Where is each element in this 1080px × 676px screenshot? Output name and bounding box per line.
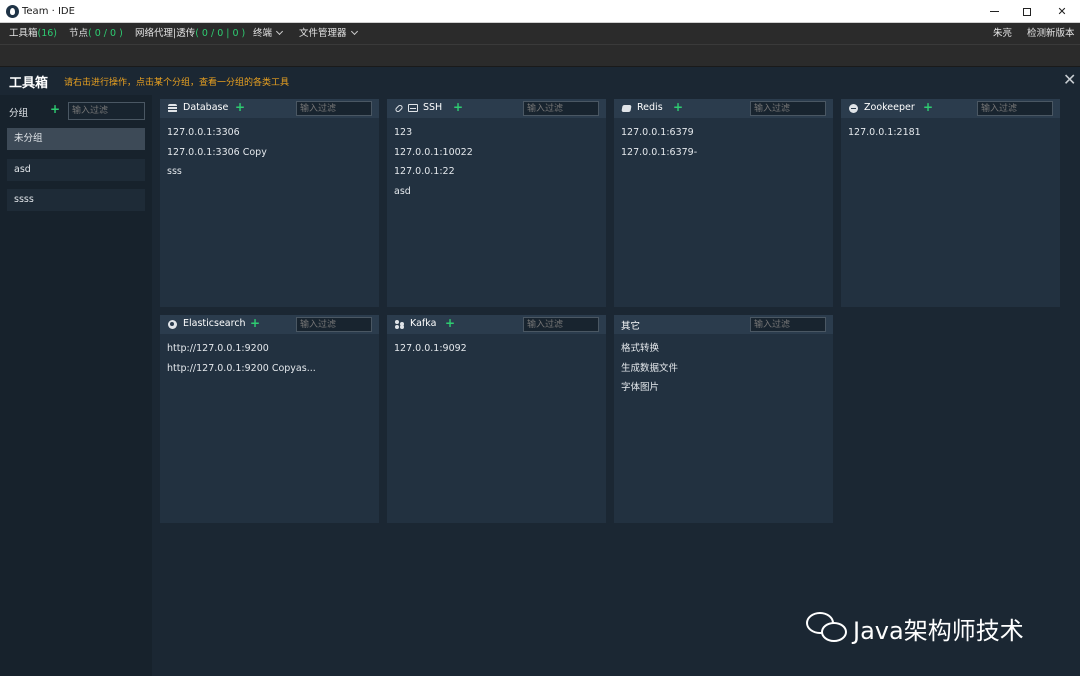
- user-name[interactable]: 朱亮: [993, 23, 1012, 45]
- list-item[interactable]: sss: [160, 165, 379, 185]
- terminal-icon: [408, 104, 418, 112]
- card-ssh: SSH + 123 127.0.0.1:10022 127.0.0.1:22 a…: [387, 99, 606, 307]
- list-item[interactable]: http://127.0.0.1:9200 Copyas...: [160, 362, 379, 382]
- group-item-ungrouped[interactable]: 未分组: [7, 128, 145, 150]
- menu-toolbox-label: 工具箱: [9, 28, 38, 39]
- zookeeper-icon: [849, 104, 858, 113]
- elasticsearch-icon: [168, 320, 177, 329]
- toolbar-strip: [0, 45, 1080, 67]
- card-header: 其它: [614, 315, 833, 334]
- app-logo-icon: [6, 5, 19, 18]
- list-item[interactable]: 字体图片: [614, 381, 833, 401]
- kafka-filter-input[interactable]: [523, 317, 599, 332]
- list-item[interactable]: 127.0.0.1:6379-: [614, 146, 833, 166]
- add-kafka-icon[interactable]: +: [445, 316, 455, 330]
- card-title: SSH: [423, 102, 443, 113]
- window-titlebar: Team · IDE ✕: [0, 0, 1080, 23]
- menu-file-manager[interactable]: 文件管理器: [299, 23, 358, 45]
- menu-toolbox-count: (16): [37, 28, 58, 39]
- card-header: Kafka +: [387, 315, 606, 334]
- add-zookeeper-icon[interactable]: +: [923, 100, 933, 114]
- card-elasticsearch: Elasticsearch + http://127.0.0.1:9200 ht…: [160, 315, 379, 523]
- card-header: Zookeeper +: [841, 99, 1060, 118]
- list-item[interactable]: 127.0.0.1:2181: [841, 126, 1060, 146]
- close-window-button[interactable]: ✕: [1045, 0, 1079, 23]
- card-title: Elasticsearch: [183, 318, 246, 329]
- maximize-button[interactable]: [1010, 0, 1044, 23]
- window-title: Team · IDE: [22, 6, 75, 17]
- chevron-down-icon: [350, 27, 358, 36]
- menubar: 工具箱(16) 节点( 0 / 0 ) 网络代理|透传( 0 / 0 | 0 )…: [0, 23, 1080, 45]
- wechat-logo-icon: [806, 612, 850, 644]
- other-filter-input[interactable]: [750, 317, 826, 332]
- card-header: Redis +: [614, 99, 833, 118]
- card-zookeeper: Zookeeper + 127.0.0.1:2181: [841, 99, 1060, 307]
- menu-proxy-count: ( 0 / 0 | 0 ): [195, 28, 246, 39]
- card-database: Database + 127.0.0.1:3306 127.0.0.1:3306…: [160, 99, 379, 307]
- card-other: 其它 格式转换 生成数据文件 字体图片: [614, 315, 833, 523]
- kafka-icon: [395, 320, 404, 329]
- list-item[interactable]: 生成数据文件: [614, 362, 833, 382]
- maximize-icon: [1023, 7, 1031, 16]
- card-title: Zookeeper: [864, 102, 915, 113]
- group-item-asd[interactable]: asd: [7, 159, 145, 181]
- list-item[interactable]: 127.0.0.1:22: [387, 165, 606, 185]
- check-update-link[interactable]: 检测新版本: [1027, 23, 1075, 45]
- list-item[interactable]: 127.0.0.1:3306 Copy: [160, 146, 379, 166]
- toolbox-title: 工具箱: [9, 76, 49, 91]
- card-header: Elasticsearch +: [160, 315, 379, 334]
- close-icon: ✕: [1057, 5, 1067, 18]
- redis-filter-input[interactable]: [750, 101, 826, 116]
- redis-icon: [621, 105, 632, 112]
- group-label: 分组: [9, 108, 29, 119]
- menu-nodes-label: 节点: [69, 28, 89, 39]
- list-item[interactable]: 127.0.0.1:6379: [614, 126, 833, 146]
- elasticsearch-filter-input[interactable]: [296, 317, 372, 332]
- card-redis: Redis + 127.0.0.1:6379 127.0.0.1:6379-: [614, 99, 833, 307]
- list-item[interactable]: 127.0.0.1:3306: [160, 126, 379, 146]
- menu-file-manager-label: 文件管理器: [299, 28, 347, 39]
- card-kafka: Kafka + 127.0.0.1:9092: [387, 315, 606, 523]
- list-item[interactable]: 127.0.0.1:9092: [387, 342, 606, 362]
- toolbox-hint: 请右击进行操作，点击某个分组，查看一分组的各类工具: [64, 78, 290, 88]
- ssh-filter-input[interactable]: [523, 101, 599, 116]
- list-item[interactable]: 127.0.0.1:10022: [387, 146, 606, 166]
- card-title: Database: [183, 102, 229, 113]
- chevron-down-icon: [275, 27, 284, 36]
- menu-terminal-label: 终端: [253, 28, 273, 39]
- add-elasticsearch-icon[interactable]: +: [250, 316, 260, 330]
- group-sidebar: 分组 + 未分组 asd ssss: [0, 95, 152, 676]
- toolbox-close-icon[interactable]: ✕: [1063, 70, 1076, 89]
- list-item[interactable]: http://127.0.0.1:9200: [160, 342, 379, 362]
- menu-nodes-count: ( 0 / 0 ): [88, 28, 123, 39]
- card-title: Kafka: [410, 318, 437, 329]
- add-redis-icon[interactable]: +: [673, 100, 683, 114]
- card-header: Database +: [160, 99, 379, 118]
- menu-proxy-label: 网络代理|透传: [135, 28, 196, 39]
- watermark-text: Java架构师技术: [853, 617, 1024, 645]
- zookeeper-filter-input[interactable]: [977, 101, 1053, 116]
- menu-proxy[interactable]: 网络代理|透传( 0 / 0 | 0 ): [135, 23, 245, 45]
- list-item[interactable]: asd: [387, 185, 606, 205]
- menu-terminal[interactable]: 终端: [253, 23, 284, 45]
- list-item[interactable]: 123: [387, 126, 606, 146]
- group-item-ssss[interactable]: ssss: [7, 189, 145, 211]
- group-filter-input[interactable]: [68, 102, 145, 120]
- tool-cards-area: Database + 127.0.0.1:3306 127.0.0.1:3306…: [152, 95, 1074, 668]
- list-item[interactable]: 格式转换: [614, 342, 833, 362]
- link-icon: [394, 103, 404, 114]
- card-header: SSH +: [387, 99, 606, 118]
- card-title: Redis: [637, 102, 663, 113]
- add-database-icon[interactable]: +: [235, 100, 245, 114]
- minimize-button[interactable]: [977, 0, 1011, 23]
- card-title: 其它: [621, 321, 641, 332]
- database-filter-input[interactable]: [296, 101, 372, 116]
- add-group-icon[interactable]: +: [50, 102, 60, 116]
- minimize-icon: [989, 11, 999, 12]
- toolbox-header: 工具箱 请右击进行操作，点击某个分组，查看一分组的各类工具 ✕: [0, 67, 1080, 95]
- menu-toolbox[interactable]: 工具箱(16): [9, 23, 57, 45]
- add-ssh-icon[interactable]: +: [453, 100, 463, 114]
- menu-nodes[interactable]: 节点( 0 / 0 ): [69, 23, 123, 45]
- database-icon: [168, 104, 177, 113]
